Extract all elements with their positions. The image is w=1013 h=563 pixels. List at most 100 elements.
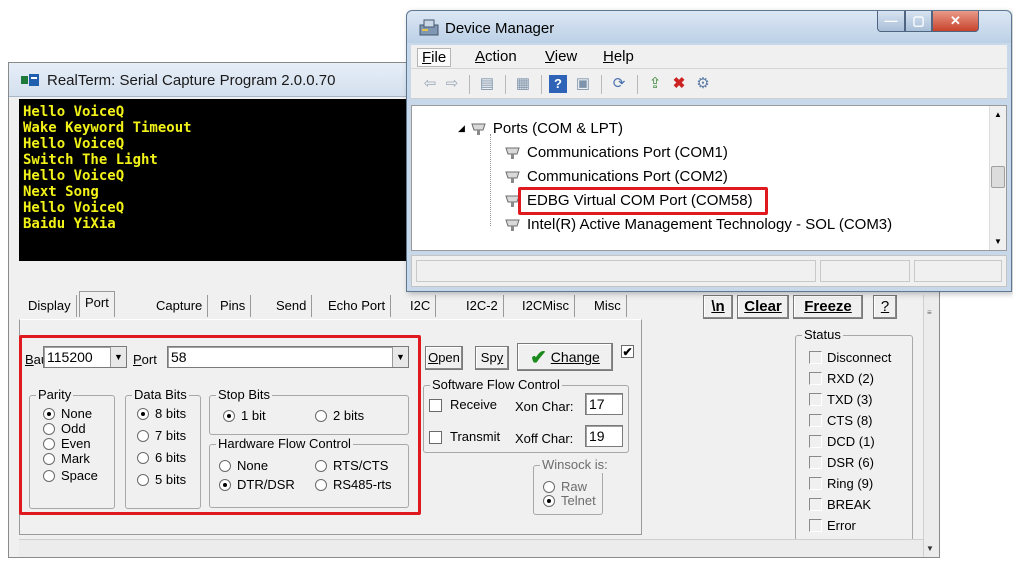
help-icon[interactable]: ? <box>549 75 567 93</box>
list-icon[interactable]: ▦ <box>513 75 533 93</box>
change-checkbox[interactable]: ✔ <box>621 345 634 359</box>
tab-misc[interactable]: Misc <box>589 295 627 317</box>
transmit-checkbox[interactable] <box>429 431 442 444</box>
freeze-button[interactable]: Freeze <box>793 295 863 319</box>
toolbar-separator <box>601 75 602 94</box>
status-pane <box>914 260 1002 282</box>
freeze-label: Freeze <box>804 298 852 315</box>
data-bits-8-radio[interactable]: 8 bits <box>137 406 186 421</box>
hw-flow-dtrdsr-radio[interactable]: DTR/DSR <box>219 477 295 492</box>
parity-even-radio[interactable]: Even <box>43 436 91 451</box>
winsock-raw-radio[interactable]: Raw <box>543 479 587 494</box>
clear-button[interactable]: Clear <box>737 295 789 319</box>
toolbar-separator <box>505 75 506 94</box>
open-button[interactable]: Open <box>425 346 463 370</box>
toolbar-separator <box>469 75 470 94</box>
device-manager-window: Device Manager — ▢ ✕ File Action View He… <box>406 10 1012 292</box>
parity-mark-radio[interactable]: Mark <box>43 451 90 466</box>
status-txd: TXD (3) <box>809 391 873 407</box>
tree-item-com1[interactable]: Communications Port (COM1) <box>504 144 728 161</box>
close-button[interactable]: ✕ <box>932 11 979 32</box>
baud-value: 115200 <box>47 349 93 365</box>
scroll-up-icon[interactable]: ▲ <box>994 110 1002 119</box>
status-dcd: DCD (1) <box>809 433 875 449</box>
uninstall-icon[interactable]: ✖ <box>669 75 689 93</box>
tree-item-com2[interactable]: Communications Port (COM2) <box>504 168 728 185</box>
port-select[interactable]: 58 ▼ <box>167 346 409 368</box>
clear-label: Clear <box>744 298 782 315</box>
device-manager-titlebar[interactable]: Device Manager — ▢ ✕ <box>407 11 1011 43</box>
transmit-label: Transmit <box>450 429 501 444</box>
tab-i2c-2[interactable]: I2C-2 <box>461 295 504 317</box>
hw-flow-rs485-radio[interactable]: RS485-rts <box>315 477 392 492</box>
change-button[interactable]: ✔ Change <box>517 343 613 371</box>
update-driver-icon[interactable]: ⇪ <box>645 75 665 93</box>
realterm-title: RealTerm: Serial Capture Program 2.0.0.7… <box>47 72 336 89</box>
data-bits-7-radio[interactable]: 7 bits <box>137 428 186 443</box>
parity-none-radio[interactable]: None <box>43 406 92 421</box>
tab-i2c[interactable]: I2C <box>405 295 437 317</box>
tab-i2cmisc[interactable]: I2CMisc <box>517 295 575 317</box>
help-button[interactable]: ? <box>873 295 897 319</box>
port-label: Port <box>133 352 157 367</box>
parity-space-radio[interactable]: Space <box>43 468 98 483</box>
port-value: 58 <box>171 349 187 365</box>
minimize-button[interactable]: — <box>877 11 905 32</box>
menu-view[interactable]: View <box>545 48 577 65</box>
tab-port[interactable]: Port <box>79 291 115 317</box>
scroll-thumb[interactable] <box>991 166 1005 188</box>
hardware-flow-title: Hardware Flow Control <box>216 436 353 452</box>
realterm-horizontal-scrollbar[interactable] <box>19 539 923 557</box>
maximize-button[interactable]: ▢ <box>905 11 932 32</box>
toolbar-separator <box>637 75 638 94</box>
winsock-telnet-radio[interactable]: Telnet <box>543 493 596 508</box>
properties-icon[interactable]: ▤ <box>477 75 497 93</box>
status-break: BREAK <box>809 496 871 512</box>
receive-checkbox[interactable] <box>429 399 442 412</box>
tab-pins[interactable]: Pins <box>215 295 252 317</box>
status-error: Error <box>809 517 856 533</box>
collapse-icon[interactable]: ◢ <box>458 123 465 134</box>
winsock-title: Winsock is: <box>540 457 610 473</box>
tab-echo-port[interactable]: Echo Port <box>323 295 392 317</box>
realterm-vertical-scrollbar[interactable]: ≡ ▼ <box>923 295 939 557</box>
parity-odd-radio[interactable]: Odd <box>43 421 86 436</box>
chevron-down-icon: ▼ <box>110 347 126 367</box>
minimize-icon: — <box>884 13 898 28</box>
data-bits-6-radio[interactable]: 6 bits <box>137 450 186 465</box>
scan-hardware-icon[interactable]: ⟳ <box>609 75 629 93</box>
enable-device-icon[interactable]: ⚙ <box>693 75 713 93</box>
tab-display[interactable]: Display <box>23 295 77 317</box>
tree-item-com58[interactable]: EDBG Virtual COM Port (COM58) <box>504 192 753 209</box>
spy-button[interactable]: Spy <box>475 346 509 370</box>
device-tree-scrollbar[interactable]: ▲ ▼ <box>989 106 1006 250</box>
tree-item-com3[interactable]: Intel(R) Active Management Technology - … <box>504 216 892 233</box>
view-icon[interactable]: ▣ <box>573 75 593 93</box>
scroll-down-icon[interactable]: ▼ <box>926 544 934 553</box>
toolbar-separator <box>541 75 542 94</box>
data-bits-5-radio[interactable]: 5 bits <box>137 472 186 487</box>
hw-flow-none-radio[interactable]: None <box>219 458 268 473</box>
device-manager-menubar: File Action View Help <box>411 45 1007 69</box>
stop-bits-2-radio[interactable]: 2 bits <box>315 408 364 423</box>
menu-file[interactable]: File <box>417 48 452 67</box>
device-manager-toolbar: ⇦ ⇨ ▤ ▦ ? ▣ ⟳ ⇪ ✖ ⚙ <box>411 69 1007 99</box>
back-icon[interactable]: ⇦ <box>421 75 439 93</box>
scroll-down-icon[interactable]: ▼ <box>994 237 1002 246</box>
newline-button[interactable]: \n <box>703 295 733 319</box>
realterm-tabs: Display Port Capture Pins Send Echo Port… <box>19 291 649 317</box>
tree-guide <box>490 134 491 226</box>
menu-help[interactable]: Help <box>603 48 634 65</box>
xon-input[interactable]: 17 <box>585 393 623 415</box>
hw-flow-rtscts-radio[interactable]: RTS/CTS <box>315 458 388 473</box>
stop-bits-1-radio[interactable]: 1 bit <box>223 408 266 423</box>
tab-capture[interactable]: Capture <box>151 295 209 317</box>
tab-send[interactable]: Send <box>271 295 313 317</box>
menu-action[interactable]: Action <box>475 48 517 65</box>
xoff-input[interactable]: 19 <box>585 425 623 447</box>
status-rxd: RXD (2) <box>809 370 874 386</box>
baud-select[interactable]: 115200 ▼ <box>43 346 127 368</box>
tree-category-ports[interactable]: ◢ Ports (COM & LPT) <box>458 120 623 137</box>
forward-icon[interactable]: ⇨ <box>443 75 461 93</box>
device-manager-statusbar <box>411 255 1007 287</box>
